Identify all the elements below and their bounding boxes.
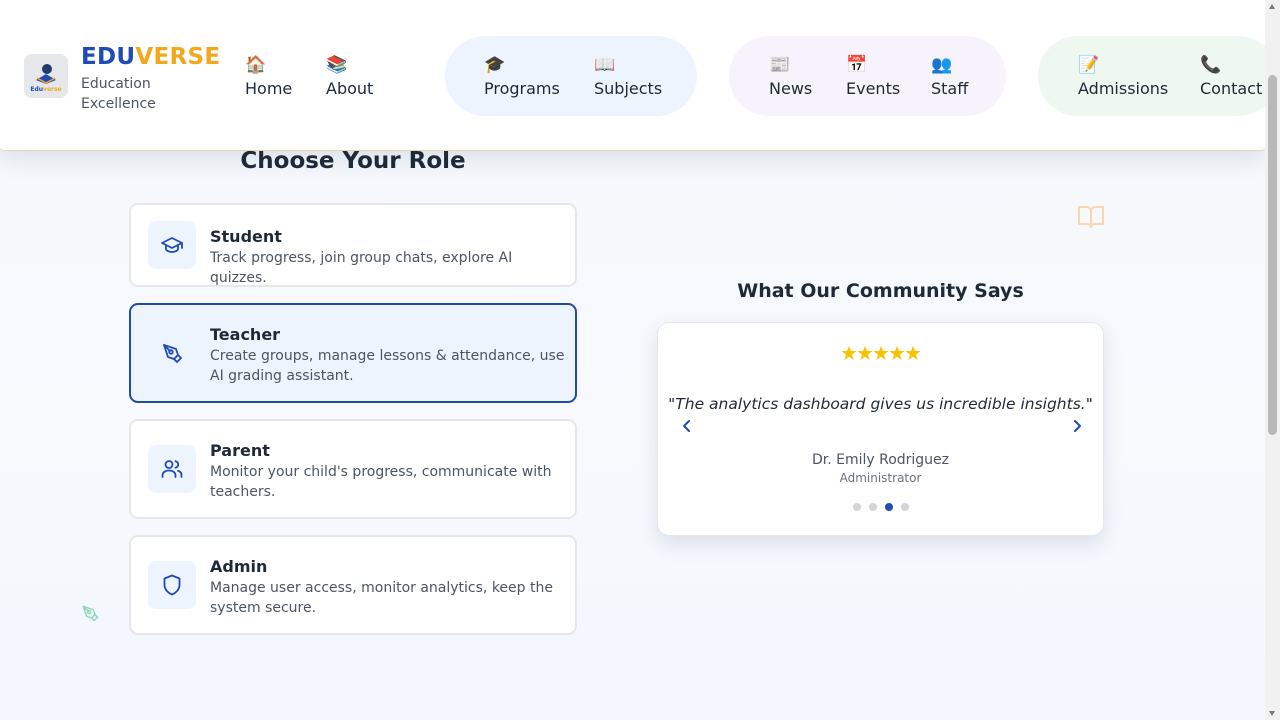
phone-icon: 📞 <box>1200 55 1222 75</box>
nav-item-staff[interactable]: 👥 Staff <box>931 54 968 100</box>
nav-item-admissions[interactable]: 📝 Admissions <box>1078 54 1168 100</box>
nav-item-contact[interactable]: 📞 Contact <box>1200 54 1262 100</box>
memo-icon: 📝 <box>1078 55 1100 75</box>
carousel-dot-active[interactable] <box>884 503 893 511</box>
logo[interactable]: Eduverse <box>24 54 68 98</box>
graduation-cap-icon <box>148 221 196 269</box>
prev-arrow-icon[interactable] <box>677 419 697 439</box>
newspaper-icon: 📰 <box>769 55 791 75</box>
pen-tool-icon <box>82 605 99 622</box>
users-icon <box>148 445 196 493</box>
star-icons <box>841 346 920 360</box>
role-description: Monitor your child's progress, communica… <box>210 464 552 500</box>
nav-label: About <box>326 79 374 98</box>
scroll-up-arrow-icon[interactable] <box>1269 4 1275 9</box>
people-icon: 👥 <box>931 55 953 75</box>
role-card-student[interactable]: Student Track progress, join group chats… <box>129 203 577 287</box>
carousel-dots <box>658 503 1103 511</box>
calendar-icon: 📅 <box>846 55 868 75</box>
nav-label: Admissions <box>1078 79 1169 98</box>
nav-item-home[interactable]: 🏠 Home <box>245 54 292 100</box>
brand-name-verse: VERSE <box>135 44 221 70</box>
carousel-dot[interactable] <box>868 503 877 511</box>
nav-item-programs[interactable]: 🎓 Programs <box>484 54 560 100</box>
brand-name-edu: EDU <box>81 44 136 70</box>
role-name: Teacher <box>210 325 281 344</box>
role-name: Admin <box>210 557 268 576</box>
brand-tagline: Education Excellence <box>81 76 156 112</box>
nav-item-news[interactable]: 📰 News <box>769 54 812 100</box>
nav-item-subjects[interactable]: 📖 Subjects <box>594 54 662 100</box>
nav-label: Home <box>245 79 293 98</box>
nav-label: Contact <box>1200 79 1263 98</box>
role-description: Manage user access, monitor analytics, k… <box>210 580 553 616</box>
role-description: Create groups, manage lessons & attendan… <box>210 348 565 384</box>
role-name: Student <box>210 227 282 246</box>
scroll-down-arrow-icon[interactable] <box>1269 711 1275 716</box>
next-arrow-icon[interactable] <box>1067 419 1087 439</box>
scroll-thumb[interactable] <box>1268 75 1277 435</box>
role-name: Parent <box>210 441 270 460</box>
carousel-dot[interactable] <box>900 503 909 511</box>
testimonials-title: What Our Community Says <box>737 280 1024 302</box>
testimonial-author: Dr. Emily Rodriguez <box>811 452 950 468</box>
logo-icon: Eduverse <box>30 64 62 93</box>
nav-label: Events <box>846 79 901 98</box>
brand-name: EDUVERSE <box>81 43 220 71</box>
testimonial-author-role: Administrator <box>839 471 922 485</box>
role-section-title: Choose Your Role <box>240 148 466 174</box>
testimonial-quote: "The analytics dashboard gives us incred… <box>668 395 1093 413</box>
books-icon: 📚 <box>326 55 348 75</box>
brand[interactable]: EDUVERSE Education Excellence <box>81 43 220 114</box>
nav-label: Subjects <box>594 79 663 98</box>
shield-icon <box>148 561 196 609</box>
nav-label: Staff <box>931 79 969 98</box>
svg-text:Eduverse: Eduverse <box>30 86 61 93</box>
open-book-icon <box>1078 206 1104 228</box>
carousel-dot[interactable] <box>852 503 861 511</box>
rating-stars <box>658 345 1103 365</box>
house-icon: 🏠 <box>245 55 267 75</box>
nav-label: News <box>769 79 813 98</box>
nav-item-about[interactable]: 📚 About <box>326 54 373 100</box>
role-card-parent[interactable]: Parent Monitor your child's progress, co… <box>129 419 577 519</box>
testimonial-card: "The analytics dashboard gives us incred… <box>657 322 1104 536</box>
nav-label: Programs <box>484 79 560 98</box>
site-header: Eduverse EDUVERSE Education Excellence 🏠… <box>0 0 1278 151</box>
open-book-icon: 📖 <box>594 55 616 75</box>
role-card-teacher[interactable]: Teacher Create groups, manage lessons & … <box>129 303 577 403</box>
graduation-cap-icon: 🎓 <box>484 55 506 75</box>
role-description: Track progress, join group chats, explor… <box>210 250 513 286</box>
role-card-admin[interactable]: Admin Manage user access, monitor analyt… <box>129 535 577 635</box>
nav-item-events[interactable]: 📅 Events <box>846 54 900 100</box>
pen-tool-icon <box>148 329 196 377</box>
page-scrollbar[interactable] <box>1265 0 1280 720</box>
